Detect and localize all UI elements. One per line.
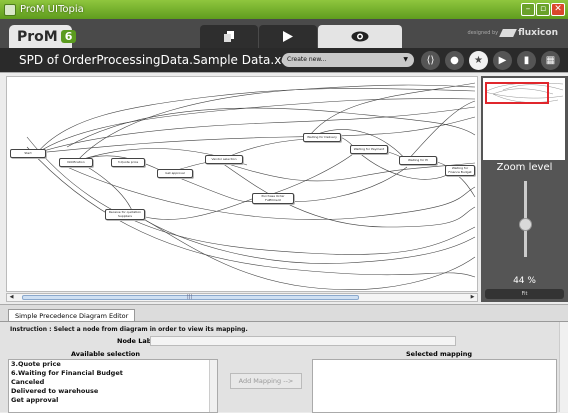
play-icon[interactable]: ▶: [493, 51, 512, 70]
prom-logo: ProM 6: [9, 25, 77, 48]
available-selection-list[interactable]: 3.Quote price 6.Waiting for Financial Bu…: [8, 359, 218, 413]
instruction-text: Instruction : Select a node from diagram…: [10, 326, 248, 333]
list-item[interactable]: 6.Waiting for Financial Budget: [9, 369, 217, 378]
designed-by: designed by fluxicon: [468, 28, 558, 38]
designed-by-label: designed by: [467, 30, 499, 36]
diagram-node[interactable]: Waiting for PI: [399, 156, 437, 165]
fluxicon-logo-icon: [499, 29, 517, 37]
available-selection-header: Available selection: [71, 350, 141, 358]
exchange-icon[interactable]: ⟨⟩: [421, 51, 440, 70]
selected-mapping-header: Selected mapping: [406, 350, 472, 358]
diagram-node[interactable]: Notification: [59, 158, 93, 167]
tab-views[interactable]: [318, 25, 402, 48]
view-header: SPD of OrderProcessingData.Sample Data.x…: [0, 48, 568, 73]
list-item[interactable]: Get approval: [9, 396, 217, 405]
scroll-right-icon[interactable]: ▶: [468, 294, 477, 301]
window-controls: – ▫ ✕: [521, 3, 565, 16]
list-vertical-scrollbar[interactable]: [209, 360, 217, 412]
chevron-down-icon: ▼: [403, 56, 408, 63]
editor-panel: Instruction : Select a node from diagram…: [0, 321, 568, 413]
list-item[interactable]: Canceled: [9, 378, 217, 387]
window-title: ProM UITopia: [20, 4, 84, 15]
app-header: ProM 6 designed by fluxicon: [0, 19, 568, 48]
zoom-slider-knob[interactable]: [519, 217, 532, 231]
close-icon[interactable]: ✕: [551, 3, 565, 16]
eye-icon: [351, 31, 369, 42]
diagram-node[interactable]: 3.Quote price: [111, 158, 145, 167]
diagram-node[interactable]: Get approval: [157, 169, 193, 178]
diagram-node[interactable]: Waiting for Payment: [350, 145, 388, 154]
grid-icon[interactable]: ▦: [541, 51, 560, 70]
workspace-icon: [224, 31, 234, 42]
diagram-node[interactable]: Start: [10, 149, 46, 158]
list-item[interactable]: Delivered to warehouse: [9, 387, 217, 396]
diagram-node[interactable]: Waiting for Finance Budget: [445, 165, 475, 176]
selected-mapping-list[interactable]: [312, 359, 557, 413]
logo-name: ProM: [17, 28, 58, 45]
zoom-sidebar: Zoom level 44 % Fit: [481, 76, 568, 302]
logo-version: 6: [60, 30, 77, 43]
diagram-node[interactable]: Receive for quotation Suppliers: [105, 209, 145, 220]
editor-vertical-scrollbar[interactable]: [559, 322, 568, 412]
tab-actions[interactable]: [259, 25, 317, 48]
editor-tabstrip: Simple Precedence Diagram Editor: [0, 304, 568, 322]
play-icon: [283, 31, 293, 42]
window-titlebar: ProM UITopia – ▫ ✕: [0, 0, 568, 19]
fluxicon-brand: fluxicon: [518, 28, 558, 38]
zoom-label: Zoom level: [496, 162, 553, 173]
diagram-node[interactable]: Vendor selection: [205, 155, 243, 164]
scroll-left-icon[interactable]: ◀: [7, 294, 16, 301]
diagram-horizontal-scrollbar[interactable]: ◀ ||| ▶: [6, 293, 478, 302]
app-icon: [4, 3, 16, 16]
create-new-value: Create new...: [287, 56, 327, 63]
diagram-node[interactable]: Waiting for Delivery: [303, 133, 341, 142]
document-icon[interactable]: ▮: [517, 51, 536, 70]
drop-icon[interactable]: ●: [445, 51, 464, 70]
add-mapping-button[interactable]: Add Mapping -->: [230, 373, 302, 389]
diagram-edges: [26, 82, 476, 290]
navigator-viewport[interactable]: [485, 82, 549, 104]
zoom-value: 44 %: [513, 276, 536, 286]
fit-button[interactable]: Fit: [485, 289, 564, 299]
minimize-icon[interactable]: –: [521, 3, 535, 16]
tab-workspace[interactable]: [200, 25, 258, 48]
create-new-select[interactable]: Create new... ▼: [282, 53, 414, 67]
diagram-node[interactable]: Purchase Order Fulfillment: [252, 193, 294, 204]
diagram-navigator[interactable]: [483, 78, 565, 160]
maximize-icon[interactable]: ▫: [536, 3, 550, 16]
node-label-field[interactable]: [150, 336, 456, 346]
perspective-tabs: [200, 25, 403, 48]
scroll-grip-icon: |||: [187, 294, 193, 300]
view-actions: ⟨⟩ ● ★ ▶ ▮ ▦: [421, 51, 560, 70]
star-icon[interactable]: ★: [469, 51, 488, 70]
diagram-canvas[interactable]: Start Notification 3.Quote price Get app…: [6, 76, 478, 292]
list-item[interactable]: 3.Quote price: [9, 360, 217, 369]
